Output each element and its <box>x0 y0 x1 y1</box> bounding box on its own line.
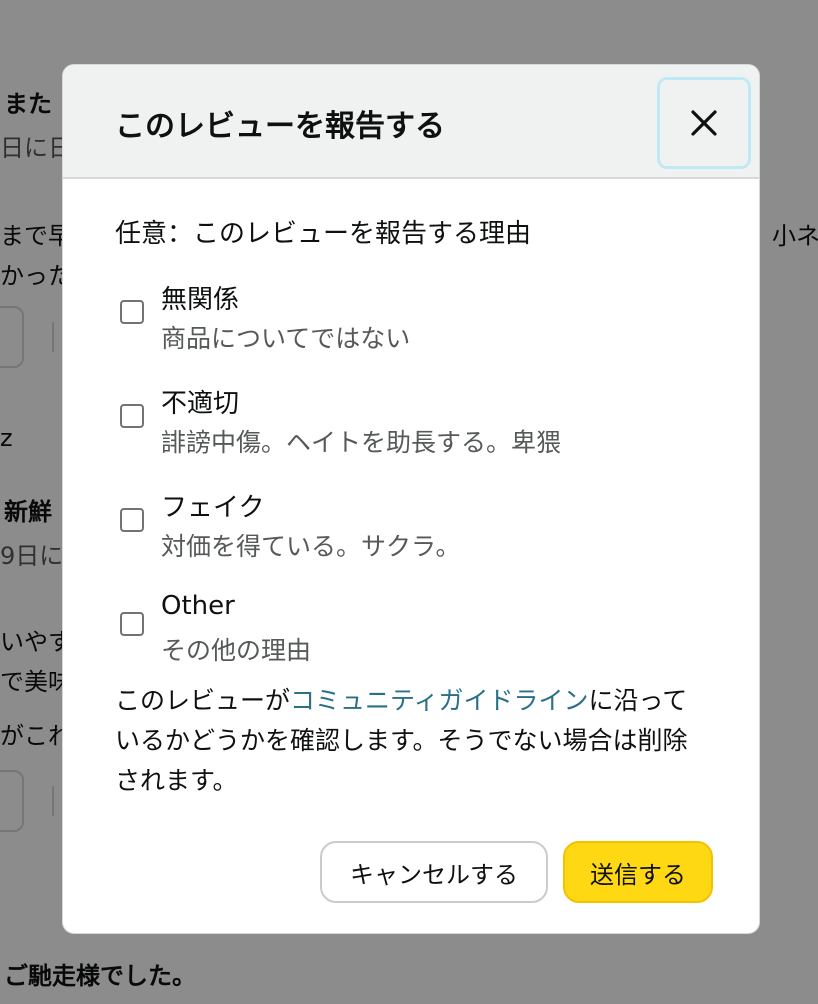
reason-label: 無関係 <box>161 285 240 315</box>
reason-checkbox[interactable] <box>120 508 144 532</box>
reason-label: 不適切 <box>161 389 240 419</box>
submit-button[interactable]: 送信する <box>563 841 713 903</box>
reason-option-fake[interactable]: フェイク 対価を得ている。サクラ。 <box>115 487 705 567</box>
reason-checkbox[interactable] <box>120 404 144 428</box>
close-button[interactable] <box>657 77 751 169</box>
reason-label: フェイク <box>161 493 265 523</box>
report-reason-prompt: 任意：このレビューを報告する理由 <box>115 219 532 249</box>
reason-option-other[interactable]: Other その他の理由 <box>115 591 705 671</box>
reason-checkbox[interactable] <box>120 300 144 324</box>
reason-description: 誹謗中傷。ヘイトを助長する。卑猥 <box>161 428 562 457</box>
dialog-header: このレビューを報告する <box>63 65 759 179</box>
community-guidelines-link[interactable]: コミュニティガイドライン <box>290 686 589 715</box>
reason-description: その他の理由 <box>161 636 312 665</box>
reason-label: Other <box>161 591 235 621</box>
reason-description: 対価を得ている。サクラ。 <box>161 532 461 561</box>
reason-description: 商品についてではない <box>161 324 411 353</box>
cancel-button[interactable]: キャンセルする <box>320 841 548 903</box>
reason-option-inappropriate[interactable]: 不適切 誹謗中傷。ヘイトを助長する。卑猥 <box>115 383 705 463</box>
dialog-title: このレビューを報告する <box>115 109 445 144</box>
close-icon <box>691 110 717 136</box>
notice-text: このレビューが <box>115 686 291 715</box>
report-review-dialog: このレビューを報告する 任意：このレビューを報告する理由 無関係 商品についてで… <box>62 64 760 934</box>
guideline-notice: このレビューがコミュニティガイドラインに沿っているかどうかを確認します。そうでな… <box>115 681 709 801</box>
reason-option-irrelevant[interactable]: 無関係 商品についてではない <box>115 279 705 359</box>
reason-checkbox[interactable] <box>120 612 144 636</box>
